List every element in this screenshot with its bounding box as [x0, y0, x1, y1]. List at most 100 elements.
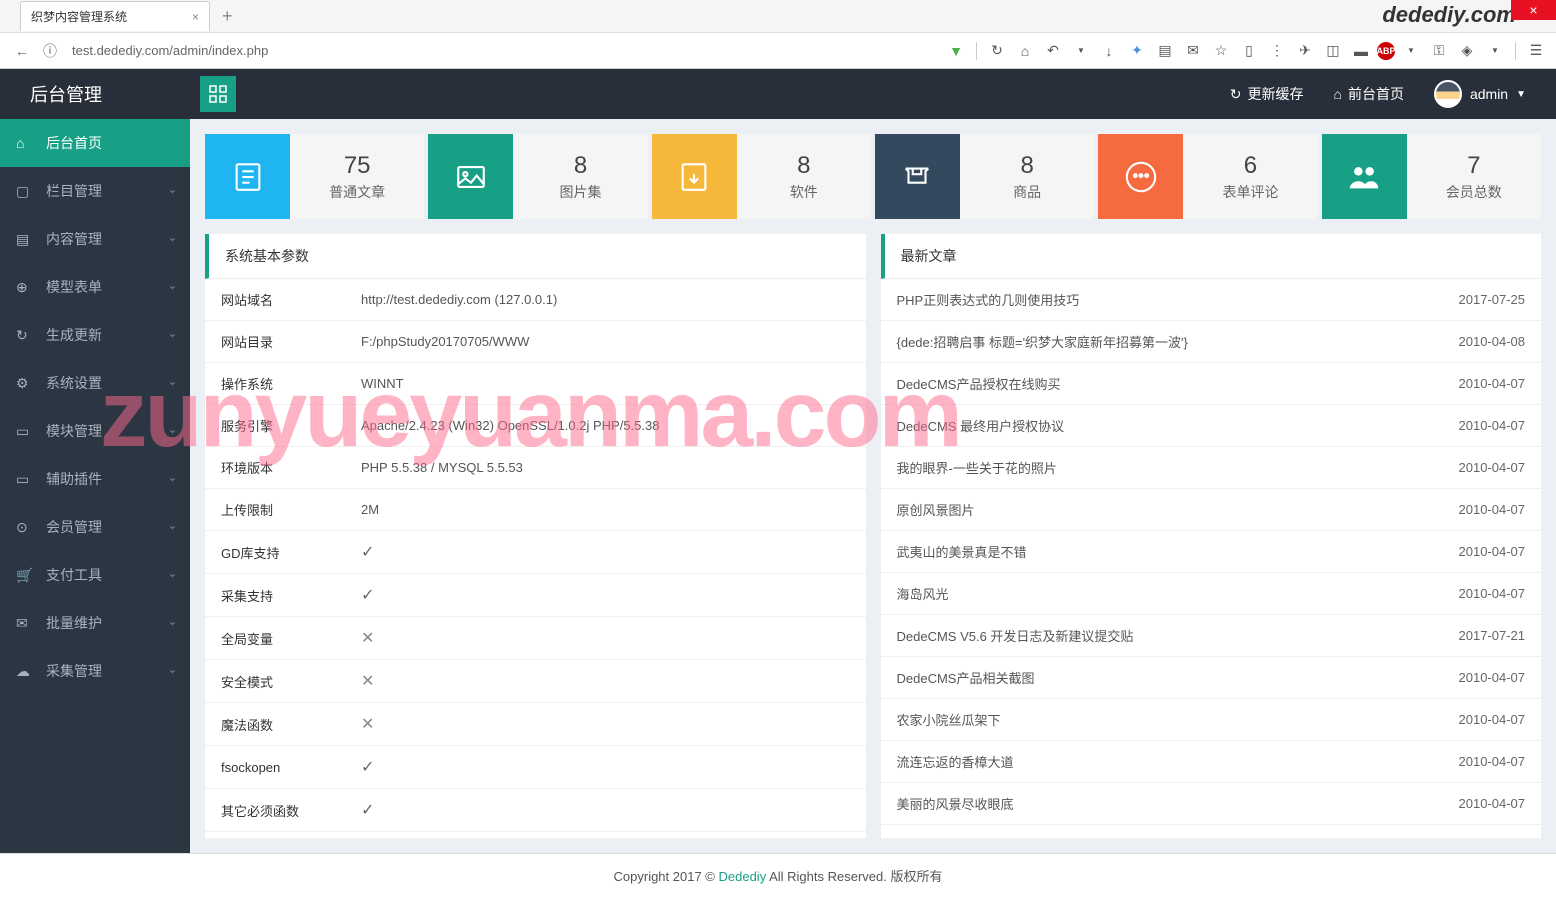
- username: admin: [1470, 86, 1508, 102]
- stat-box-4[interactable]: 6表单评论: [1098, 134, 1317, 219]
- window-close-button[interactable]: ×: [1511, 0, 1556, 20]
- article-row[interactable]: DedeCMS 最终用户授权协议2010-04-07: [881, 405, 1542, 447]
- dropdown3-icon[interactable]: ▼: [1483, 39, 1507, 63]
- stat-box-3[interactable]: 8商品: [875, 134, 1094, 219]
- article-row[interactable]: {dede:招聘启事 标题='织梦大家庭新年招募第一波'}2010-04-08: [881, 321, 1542, 363]
- params-row: 网站目录F:/phpStudy20170705/WWW: [205, 321, 866, 363]
- menu-label: 模型表单: [46, 277, 102, 297]
- menu-label: 后台首页: [46, 133, 102, 153]
- abp-icon[interactable]: ABP: [1377, 42, 1395, 60]
- avatar: [1434, 80, 1462, 108]
- shield-icon[interactable]: ▼: [944, 39, 968, 63]
- key-icon[interactable]: ⚿: [1427, 39, 1451, 63]
- frontend-link[interactable]: ⌂前台首页: [1333, 84, 1403, 104]
- chevron-icon: ›: [167, 189, 178, 192]
- sidebar-item-5[interactable]: ⚙系统设置›: [0, 359, 190, 407]
- home-icon[interactable]: ⌂: [1013, 39, 1037, 63]
- article-title: 流连忘返的香樟大道: [881, 741, 1387, 783]
- sidebar-item-10[interactable]: ✉批量维护›: [0, 599, 190, 647]
- stat-number: 8: [574, 152, 587, 180]
- mail-icon[interactable]: ✉: [1181, 39, 1205, 63]
- param-value: http://test.dedediy.com (127.0.0.1): [345, 279, 866, 321]
- params-row: 服务引擎Apache/2.4.23 (Win32) OpenSSL/1.0.2j…: [205, 405, 866, 447]
- rss-icon[interactable]: ⋮: [1265, 39, 1289, 63]
- browser-tab[interactable]: 织梦内容管理系统 ×: [20, 1, 210, 31]
- footer-brand-link[interactable]: Dedediy: [719, 869, 767, 884]
- plugin-icon[interactable]: ◈: [1455, 39, 1479, 63]
- param-value: Apache/2.4.23 (Win32) OpenSSL/1.0.2j PHP…: [345, 405, 866, 447]
- stats-row: 75普通文章8图片集8软件8商品6表单评论7会员总数: [205, 134, 1541, 219]
- sidebar-item-9[interactable]: 🛒支付工具›: [0, 551, 190, 599]
- undo-icon[interactable]: ↶: [1041, 39, 1065, 63]
- stat-label: 软件: [790, 182, 818, 202]
- chevron-icon: ›: [167, 285, 178, 288]
- article-row[interactable]: DedeCMS产品相关截图2010-04-07: [881, 657, 1542, 699]
- sidebar-item-7[interactable]: ▭辅助插件›: [0, 455, 190, 503]
- article-row[interactable]: 流连忘返的香樟大道2010-04-07: [881, 741, 1542, 783]
- folder-icon[interactable]: ▬: [1349, 39, 1373, 63]
- param-key: 操作系统: [205, 363, 345, 405]
- sidebar-item-1[interactable]: ▢栏目管理›: [0, 167, 190, 215]
- reload-icon[interactable]: ↻: [985, 39, 1009, 63]
- sidebar-item-3[interactable]: ⊕模型表单›: [0, 263, 190, 311]
- article-title: {dede:招聘启事 标题='织梦大家庭新年招募第一波'}: [881, 321, 1387, 363]
- new-tab-button[interactable]: +: [210, 6, 245, 27]
- chevron-down-icon: ▼: [1516, 89, 1526, 100]
- page-icon[interactable]: ▤: [1153, 39, 1177, 63]
- clipboard-icon[interactable]: ▯: [1237, 39, 1261, 63]
- url-input[interactable]: [64, 38, 944, 64]
- stat-box-2[interactable]: 8软件: [652, 134, 871, 219]
- article-date: 2010-04-07: [1387, 741, 1541, 783]
- apps-button[interactable]: [200, 76, 236, 112]
- refresh-cache-link[interactable]: ↻更新缓存: [1230, 84, 1304, 104]
- user-menu[interactable]: admin ▼: [1434, 80, 1526, 108]
- back-button[interactable]: ←: [8, 37, 36, 65]
- article-title: PHP正则表达式的几则使用技巧: [881, 279, 1387, 321]
- article-row[interactable]: 武夷山的美景真是不错2010-04-07: [881, 531, 1542, 573]
- stat-label: 会员总数: [1446, 182, 1502, 202]
- bird-icon[interactable]: ✦: [1125, 39, 1149, 63]
- article-row[interactable]: 我的眼界-一些关于花的照片2010-04-07: [881, 447, 1542, 489]
- sidebar-item-11[interactable]: ☁采集管理›: [0, 647, 190, 695]
- menu-icon: ▭: [16, 471, 36, 488]
- send-icon[interactable]: ✈: [1293, 39, 1317, 63]
- stat-label: 图片集: [559, 182, 601, 202]
- article-row[interactable]: 海岛风光2010-04-07: [881, 573, 1542, 615]
- article-title: 农家小院丝瓜架下: [881, 699, 1387, 741]
- menu-icon: ▤: [16, 231, 36, 248]
- dropdown2-icon[interactable]: ▼: [1399, 39, 1423, 63]
- dropdown-icon[interactable]: ▼: [1069, 39, 1093, 63]
- sidebar-item-8[interactable]: ⊙会员管理›: [0, 503, 190, 551]
- panels: 系统基本参数 网站域名http://test.dedediy.com (127.…: [205, 234, 1541, 838]
- menu-icon[interactable]: ☰: [1524, 39, 1548, 63]
- menu-icon: ⌂: [16, 135, 36, 151]
- params-header: 系统基本参数: [205, 234, 866, 279]
- download-icon[interactable]: ↓: [1097, 39, 1121, 63]
- stat-box-1[interactable]: 8图片集: [428, 134, 647, 219]
- sidebar-item-4[interactable]: ↻生成更新›: [0, 311, 190, 359]
- article-row[interactable]: DedeCMS V5.6 开发日志及新建议提交贴2017-07-21: [881, 615, 1542, 657]
- stat-box-5[interactable]: 7会员总数: [1322, 134, 1541, 219]
- article-row[interactable]: DedeCMS产品授权在线购买2010-04-07: [881, 363, 1542, 405]
- footer: Copyright 2017 © Dedediy All Rights Rese…: [0, 853, 1556, 897]
- param-value: ✓: [345, 574, 866, 617]
- param-key: 环境版本: [205, 447, 345, 489]
- sidebar-item-0[interactable]: ⌂ 后台首页: [0, 119, 190, 167]
- chevron-icon: ›: [167, 669, 178, 672]
- param-key: 安全模式: [205, 660, 345, 703]
- stat-box-0[interactable]: 75普通文章: [205, 134, 424, 219]
- star-icon[interactable]: ☆: [1209, 39, 1233, 63]
- article-row[interactable]: 原创风景图片2010-04-07: [881, 489, 1542, 531]
- article-title: DedeCMS V5.6 开发日志及新建议提交贴: [881, 615, 1387, 657]
- tab-bar: 织梦内容管理系统 × +: [0, 0, 1556, 32]
- sidebar-item-2[interactable]: ▤内容管理›: [0, 215, 190, 263]
- sidebar: ⌂后台首页▢栏目管理›▤内容管理›⊕模型表单›↻生成更新›⚙系统设置›▭模块管理…: [0, 119, 190, 853]
- tab-close-icon[interactable]: ×: [192, 10, 199, 24]
- sidebar-item-6[interactable]: ▭模块管理›: [0, 407, 190, 455]
- article-row[interactable]: 美丽的风景尽收眼底2010-04-07: [881, 783, 1542, 825]
- info-icon[interactable]: ⓘ: [36, 37, 64, 65]
- article-row[interactable]: PHP正则表达式的几则使用技巧2017-07-25: [881, 279, 1542, 321]
- panel-icon[interactable]: ◫: [1321, 39, 1345, 63]
- stat-icon: [1322, 134, 1407, 219]
- article-row[interactable]: 农家小院丝瓜架下2010-04-07: [881, 699, 1542, 741]
